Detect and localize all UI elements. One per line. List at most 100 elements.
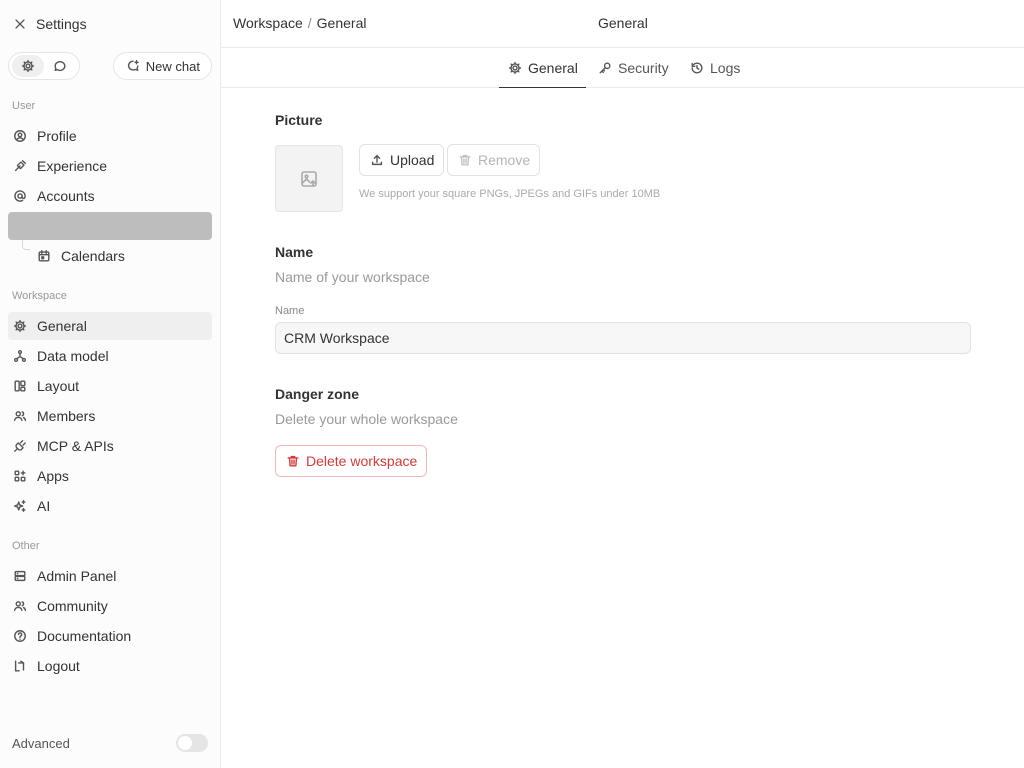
chat-bubble-icon [52,58,68,74]
tab-label: Security [618,60,669,76]
sidebar-item-accounts[interactable]: Accounts [8,182,212,210]
tab-logs[interactable]: Logs [681,48,748,88]
name-field-label: Name [275,305,305,317]
sidebar-item-general[interactable]: General [8,312,212,340]
sidebar-item-experience[interactable]: Experience [8,152,212,180]
tab-bar: General Security Logs [221,48,1024,88]
delete-workspace-label: Delete workspace [306,453,418,469]
help-circle-icon [12,628,28,644]
trash-icon [285,453,301,469]
breadcrumb-item-workspace[interactable]: Workspace [233,15,303,31]
advanced-toggle[interactable] [176,734,208,752]
sidebar-item-layout[interactable]: Layout [8,372,212,400]
advanced-mode-row: Advanced [12,733,208,753]
workspace-picture[interactable] [275,145,343,212]
sidebar-item-mcp-apis[interactable]: MCP & APIs [8,432,212,460]
upload-button[interactable]: Upload [359,144,445,176]
picture-title: Picture [275,112,323,128]
gear-icon [20,58,36,74]
danger-zone-title: Danger zone [275,386,360,402]
tab-general[interactable]: General [499,48,586,88]
sidebar-item-label: Members [37,408,96,424]
sidebar-item-documentation[interactable]: Documentation [8,622,212,650]
upload-label: Upload [390,152,435,168]
sidebar-item-label: MCP & APIs [37,438,114,454]
sidebar-item-label: Documentation [37,628,132,644]
breadcrumb-separator: / [307,15,312,31]
apps-icon [12,468,28,484]
calendar-icon [36,248,52,264]
user-circle-icon [12,128,28,144]
sidebar-item-apps[interactable]: Apps [8,462,212,490]
advanced-label: Advanced [12,735,70,751]
new-chat-label: New chat [145,58,200,74]
breadcrumb: Workspace / General [233,15,366,31]
upload-icon [369,152,385,168]
sidebar-item-label: Logout [37,658,80,674]
sidebar-item-ai[interactable]: AI [8,492,212,520]
danger-zone-description: Delete your whole workspace [275,411,458,427]
sidebar-item-label: Experience [37,158,108,174]
palette-icon [12,158,28,174]
at-sign-icon [12,188,28,204]
users-icon [12,408,28,424]
sidebar-mode-switch [8,52,80,80]
workspace-name-input[interactable] [275,322,971,354]
sparkles-icon [12,498,28,514]
sidebar-item-label: Profile [37,128,77,144]
sidebar-item-label: Data model [37,348,109,364]
sidebar-item-label: Layout [37,378,80,394]
sidebar-item-members[interactable]: Members [8,402,212,430]
hierarchy-icon [12,348,28,364]
top-bar: Workspace / General General [221,0,1024,48]
section-label-user: User [12,100,36,112]
sidebar-item-logout[interactable]: Logout [8,652,212,680]
tab-label: Logs [710,60,741,76]
remove-label: Remove [478,152,531,168]
sidebar-item-admin-panel[interactable]: Admin Panel [8,562,212,590]
chat-mode-button[interactable] [44,55,76,77]
tab-label: General [528,59,578,76]
sidebar-item-community[interactable]: Community [8,592,212,620]
settings-mode-button[interactable] [12,55,44,77]
close-icon[interactable] [12,16,28,32]
sidebar-item-label: Community [37,598,108,614]
sidebar-item-calendars[interactable]: Calendars [32,242,212,270]
plug-icon [12,438,28,454]
breadcrumb-item-general: General [316,15,367,31]
key-icon [597,60,613,76]
settings-sidebar: Settings New chat User Profile Experienc… [0,0,221,768]
server-icon [12,568,28,584]
history-icon [689,60,705,76]
sidebar-item-profile[interactable]: Profile [8,122,212,150]
section-label-workspace: Workspace [12,290,67,302]
sidebar-header: Settings [12,14,87,34]
page-title: General [598,15,648,31]
sidebar-item-label: General [37,318,87,334]
name-title: Name [275,244,314,260]
logout-icon [12,658,28,674]
sidebar-item-label: Apps [37,468,69,484]
delete-workspace-button[interactable]: Delete workspace [275,445,428,477]
remove-button[interactable]: Remove [447,144,541,176]
sidebar-item-data-model[interactable]: Data model [8,342,212,370]
gear-icon [507,60,523,76]
name-description: Name of your workspace [275,269,430,285]
settings-main: Workspace / General General General Secu… [221,0,1024,768]
sidebar-title: Settings [36,16,87,32]
image-upload-icon [298,168,320,190]
sidebar-item-label: Calendars [61,248,125,264]
picture-hint: We support your square PNGs, JPEGs and G… [359,188,661,200]
gear-icon [12,318,28,334]
sidebar-item-label: Accounts [37,188,95,204]
new-chat-button[interactable]: New chat [112,52,212,80]
tab-security[interactable]: Security [589,48,677,88]
layout-icon [12,378,28,394]
sidebar-subitem-hovered[interactable] [8,212,212,240]
sidebar-item-label: Admin Panel [37,568,117,584]
community-icon [12,598,28,614]
section-label-other: Other [12,540,40,552]
sidebar-item-label: AI [37,498,51,514]
trash-icon [457,152,473,168]
sidebar-toolbar: New chat [8,52,212,80]
